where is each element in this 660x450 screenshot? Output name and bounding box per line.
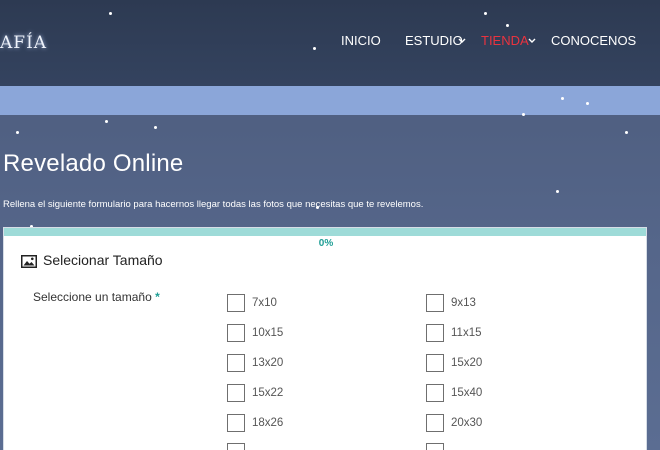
size-field-label: Seleccione un tamaño * [33, 290, 160, 304]
nav-item-estudio[interactable]: ESTUDIO [405, 33, 463, 49]
checkbox[interactable] [426, 414, 444, 432]
checkbox[interactable] [227, 384, 245, 402]
size-option-label: 18x26 [252, 417, 284, 429]
chevron-down-icon[interactable] [457, 35, 467, 47]
star-decoration [16, 131, 19, 134]
page-intro: Rellena el siguiente formulario para hac… [3, 199, 424, 210]
checkbox[interactable] [426, 384, 444, 402]
size-option-label: 13x20 [252, 357, 284, 369]
checkbox[interactable] [227, 294, 245, 312]
section-title: Selecionar Tamaño [43, 252, 163, 268]
star-decoration [556, 190, 559, 193]
size-option-label: 15x20 [451, 357, 483, 369]
size-option-label: 15x40 [451, 387, 483, 399]
star-decoration [154, 126, 157, 129]
star-decoration [522, 113, 525, 116]
checkbox[interactable] [227, 324, 245, 342]
checkbox[interactable] [426, 324, 444, 342]
header-band [0, 86, 660, 115]
checkbox[interactable] [426, 443, 444, 450]
image-icon [21, 255, 37, 268]
order-form: 0% Selecionar Tamaño Seleccione un tamañ… [3, 227, 647, 450]
site-header: AFÍA INICIO ESTUDIO TIENDA CONOCENOS [0, 0, 660, 86]
star-decoration [625, 131, 628, 134]
star-decoration [105, 120, 108, 123]
checkbox[interactable] [426, 354, 444, 372]
size-option-label: 10x15 [252, 327, 284, 339]
required-mark: * [155, 290, 160, 304]
size-option-label: 9x13 [451, 297, 476, 309]
size-option-label: 15x22 [252, 387, 284, 399]
main-nav: INICIO ESTUDIO TIENDA CONOCENOS [0, 33, 660, 51]
checkbox[interactable] [227, 354, 245, 372]
checkbox[interactable] [227, 414, 245, 432]
size-option-label: 20x30 [451, 417, 483, 429]
nav-item-conocenos[interactable]: CONOCENOS [551, 33, 636, 49]
star-decoration [506, 24, 509, 27]
page-title: Revelado Online [3, 150, 184, 177]
nav-item-inicio[interactable]: INICIO [341, 33, 381, 49]
star-decoration [109, 12, 112, 15]
size-option-label: 11x15 [451, 327, 482, 339]
size-option-label: 7x10 [252, 297, 277, 309]
progress-bar [4, 228, 646, 236]
chevron-down-icon[interactable] [527, 35, 537, 47]
star-decoration [586, 102, 589, 105]
star-decoration [484, 12, 487, 15]
star-decoration [313, 47, 316, 50]
checkbox[interactable] [426, 294, 444, 312]
star-decoration [561, 97, 564, 100]
nav-item-tienda[interactable]: TIENDA [481, 33, 529, 49]
size-field-label-text: Seleccione un tamaño [33, 290, 152, 304]
checkbox[interactable] [227, 443, 245, 450]
progress-percent: 0% [318, 238, 334, 249]
